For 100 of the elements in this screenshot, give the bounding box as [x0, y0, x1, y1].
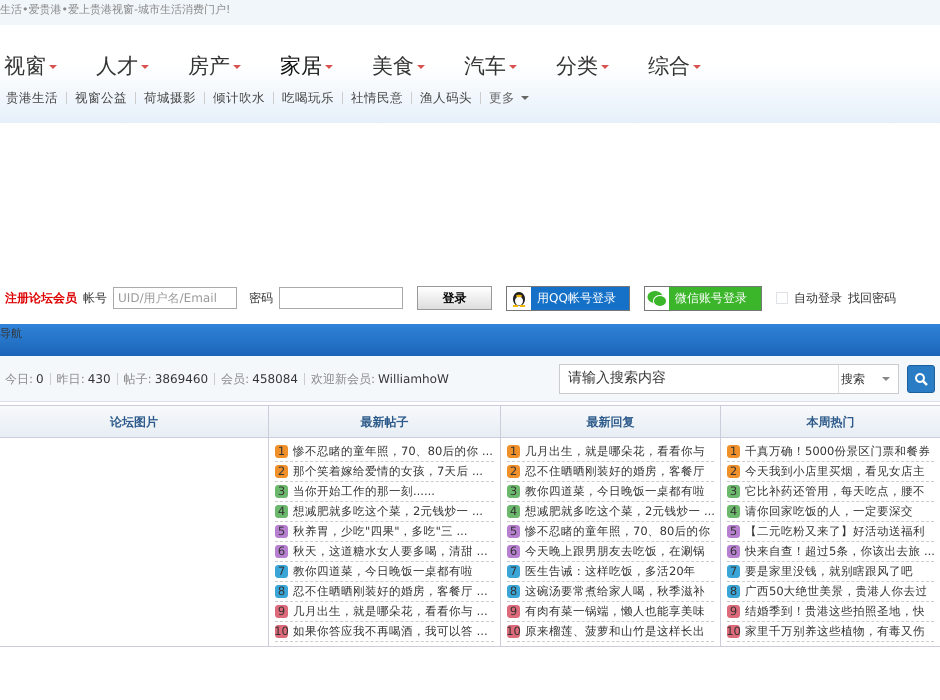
rank-badge: 10	[727, 625, 740, 638]
nav-tab[interactable]: 家居	[280, 51, 372, 82]
rank-badge: 3	[275, 485, 288, 498]
login-button[interactable]: 登录	[417, 286, 492, 310]
caret-icon	[325, 64, 333, 69]
rank-badge: 5	[275, 525, 288, 538]
password-field[interactable]	[279, 287, 403, 309]
stat-label: 会员:	[221, 370, 250, 388]
panel-header: 最新帖子	[269, 406, 500, 438]
nav-bar-title: 导航	[0, 327, 22, 340]
account-label: 帐号	[83, 290, 107, 307]
rank-badge: 1	[727, 445, 740, 458]
nav-tab[interactable]: 综合	[648, 51, 740, 82]
auto-login-checkbox[interactable]	[776, 292, 788, 304]
stat-value: 3869460	[154, 370, 208, 388]
nav-tab[interactable]: 美食	[372, 51, 464, 82]
thread-link[interactable]: 1 几月出生，就是哪朵花，看看你与	[507, 442, 714, 462]
thread-link[interactable]: 4 想减肥就多吃这个菜，2元钱炒一 ...	[275, 502, 494, 522]
subnav-link[interactable]: 贵港生活	[6, 88, 58, 108]
thread-link[interactable]: 4 请你回家吃饭的人，一定要深交	[727, 502, 934, 522]
caret-icon	[417, 64, 425, 69]
stat-label: 昨日:	[56, 370, 85, 388]
caret-icon	[693, 64, 701, 69]
register-link[interactable]: 注册论坛会员	[5, 289, 77, 307]
rank-badge: 8	[275, 585, 288, 598]
more-link[interactable]: 更多	[489, 88, 529, 108]
stat-label: 今日:	[5, 370, 34, 388]
thread-link[interactable]: 10 家里千万别养这些植物，有毒又伤	[727, 622, 934, 642]
rank-badge: 7	[275, 565, 288, 578]
thread-link[interactable]: 8 这碗汤要常煮给家人喝，秋季滋补	[507, 582, 714, 602]
rank-badge: 7	[507, 565, 520, 578]
thread-link[interactable]: 4 想减肥就多吃这个菜，2元钱炒一 ...	[507, 502, 714, 522]
thread-link[interactable]: 7 要是家里没钱，就别瞎跟风了吧	[727, 562, 934, 582]
nav-tab[interactable]: 视窗	[4, 51, 96, 82]
subnav-link[interactable]: 荷城摄影	[144, 88, 196, 108]
thread-link[interactable]: 3 它比补药还管用，每天吃点，腰不	[727, 482, 934, 502]
search-field[interactable]: 请输入搜索内容 搜索	[559, 364, 899, 394]
rank-badge: 5	[727, 525, 740, 538]
caret-icon	[521, 96, 529, 100]
thread-link[interactable]: 1 千真万确！5000份景区门票和餐券	[727, 442, 934, 462]
account-field[interactable]: UID/用户名/Email	[113, 287, 237, 309]
rank-badge: 10	[275, 625, 288, 638]
nav-tab[interactable]: 房产	[188, 51, 280, 82]
panel-header: 最新回复	[501, 406, 720, 438]
search-scope-dropdown[interactable]: 搜索	[838, 364, 898, 392]
caret-icon	[141, 64, 149, 69]
subnav-link[interactable]: 渔人码头	[420, 88, 472, 108]
thread-link[interactable]: 9 结婚季到！贵港这些拍照圣地，快	[727, 602, 934, 622]
forgot-password-link[interactable]: 找回密码	[848, 289, 896, 307]
rank-badge: 4	[275, 505, 288, 518]
thread-link[interactable]: 10 原来榴莲、菠萝和山竹是这样长出	[507, 622, 714, 642]
rank-badge: 8	[727, 585, 740, 598]
thread-link[interactable]: 5 秋养胃，少吃"四果"，多吃"三 ...	[275, 522, 494, 542]
thread-link[interactable]: 10 如果你答应我不再喝酒，我可以答 ...	[275, 622, 494, 642]
rank-badge: 9	[727, 605, 740, 618]
thread-link[interactable]: 6 今天晚上跟男朋友去吃饭，在涮锅	[507, 542, 714, 562]
rank-badge: 10	[507, 625, 520, 638]
caret-icon	[882, 376, 890, 380]
search-icon	[914, 372, 928, 386]
auto-login-label: 自动登录	[794, 290, 842, 307]
thread-link[interactable]: 2 今天我到小店里买烟，看见女店主	[727, 462, 934, 482]
rank-badge: 9	[275, 605, 288, 618]
thread-link[interactable]: 6 快来自查！超过5条，你该出去旅 ...	[727, 542, 934, 562]
thread-link[interactable]: 9 几月出生，就是哪朵花，看看你与 ...	[275, 602, 494, 622]
rank-badge: 2	[727, 465, 740, 478]
tagline: 生活•爱贵港•爱上贵港视窗-城市生活消费门户!	[0, 3, 230, 16]
thread-link[interactable]: 2 忍不住晒晒刚装好的婚房，客餐厅	[507, 462, 714, 482]
rank-badge: 6	[507, 545, 520, 558]
caret-icon	[601, 64, 609, 69]
thread-link[interactable]: 8 忍不住晒晒刚装好的婚房，客餐厅 ...	[275, 582, 494, 602]
subnav-link[interactable]: 社情民意	[351, 88, 403, 108]
thread-link[interactable]: 3 当你开始工作的那一刻......	[275, 482, 494, 502]
subnav-link[interactable]: 视窗公益	[75, 88, 127, 108]
thread-link[interactable]: 1 惨不忍睹的童年照，70、80后的你 ...	[275, 442, 494, 462]
rank-badge: 7	[727, 565, 740, 578]
nav-tab[interactable]: 汽车	[464, 51, 556, 82]
nav-tab[interactable]: 分类	[556, 51, 648, 82]
nav-tab[interactable]: 人才	[96, 51, 188, 82]
thread-link[interactable]: 2 那个笑着嫁给爱情的女孩，7天后 ...	[275, 462, 494, 482]
subnav-link[interactable]: 吃喝玩乐	[282, 88, 334, 108]
thread-link[interactable]: 7 教你四道菜，今日晚饭一桌都有啦	[275, 562, 494, 582]
stat-label: 帖子:	[124, 370, 152, 388]
panel-header: 本周热门	[721, 406, 940, 438]
rank-badge: 5	[507, 525, 520, 538]
stat-value: 458084	[252, 370, 298, 388]
rank-badge: 6	[727, 545, 740, 558]
rank-badge: 3	[727, 485, 740, 498]
thread-link[interactable]: 6 秋天，这道糖水女人要多喝，清甜 ...	[275, 542, 494, 562]
rank-badge: 3	[507, 485, 520, 498]
thread-link[interactable]: 5 【二元吃粉又来了】好活动送福利	[727, 522, 934, 542]
thread-link[interactable]: 5 惨不忍睹的童年照，70、80后的你	[507, 522, 714, 542]
thread-link[interactable]: 3 教你四道菜，今日晚饭一桌都有啦	[507, 482, 714, 502]
thread-link[interactable]: 8 广西50大绝世美景，贵港人你去过	[727, 582, 934, 602]
rank-badge: 8	[507, 585, 520, 598]
thread-link[interactable]: 7 医生告诫：这样吃饭，多活20年	[507, 562, 714, 582]
qq-login-button[interactable]: 用QQ帐号登录	[506, 286, 630, 310]
thread-link[interactable]: 9 有肉有菜一锅端，懒人也能享美味	[507, 602, 714, 622]
caret-icon	[49, 64, 57, 69]
subnav-link[interactable]: 倾计吹水	[213, 88, 265, 108]
search-button[interactable]	[907, 364, 935, 392]
